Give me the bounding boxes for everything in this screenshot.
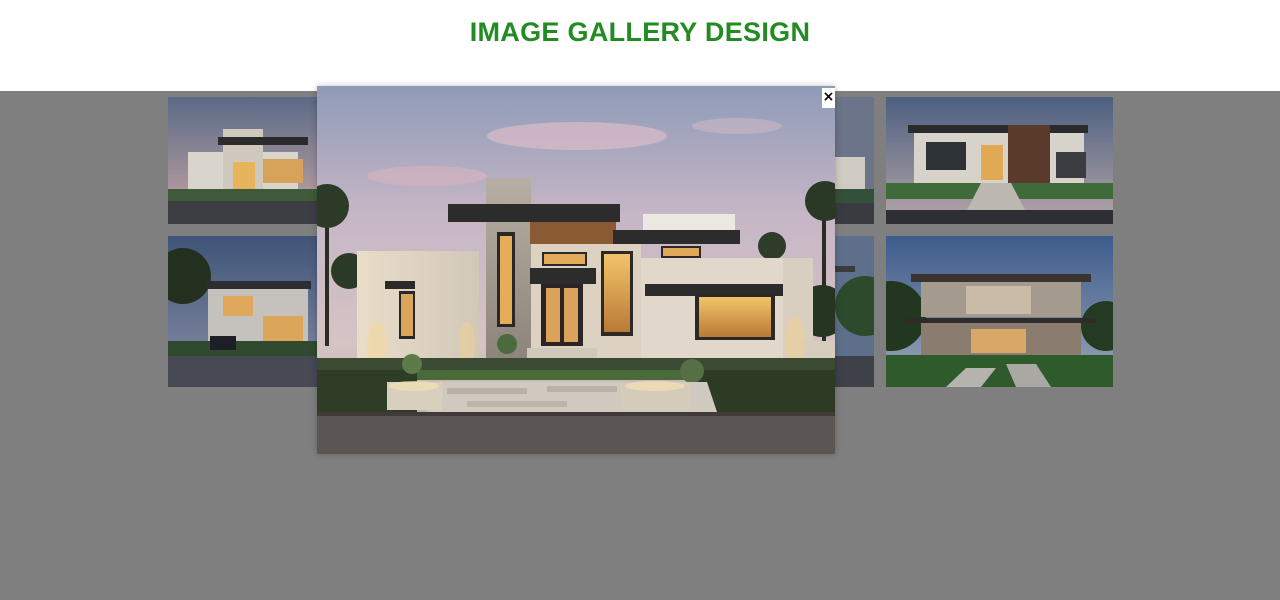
page-header: IMAGE GALLERY DESIGN	[0, 0, 1280, 91]
page-title: IMAGE GALLERY DESIGN	[469, 17, 811, 47]
gallery-thumbnail[interactable]	[886, 236, 1113, 387]
gallery-thumbnail[interactable]	[168, 97, 318, 224]
gallery-thumbnail[interactable]	[835, 97, 874, 224]
house-image	[168, 236, 318, 387]
close-button[interactable]: ×	[822, 88, 835, 108]
house-image	[835, 97, 874, 224]
house-image	[835, 236, 874, 387]
gallery-thumbnail[interactable]	[168, 236, 318, 387]
house-image	[168, 97, 318, 224]
house-image	[886, 236, 1113, 387]
lightbox-image	[317, 86, 835, 454]
gallery-thumbnail[interactable]	[835, 236, 874, 387]
house-image	[886, 97, 1113, 224]
gallery-thumbnail[interactable]	[886, 97, 1113, 224]
modern-house-main-image	[317, 86, 835, 454]
